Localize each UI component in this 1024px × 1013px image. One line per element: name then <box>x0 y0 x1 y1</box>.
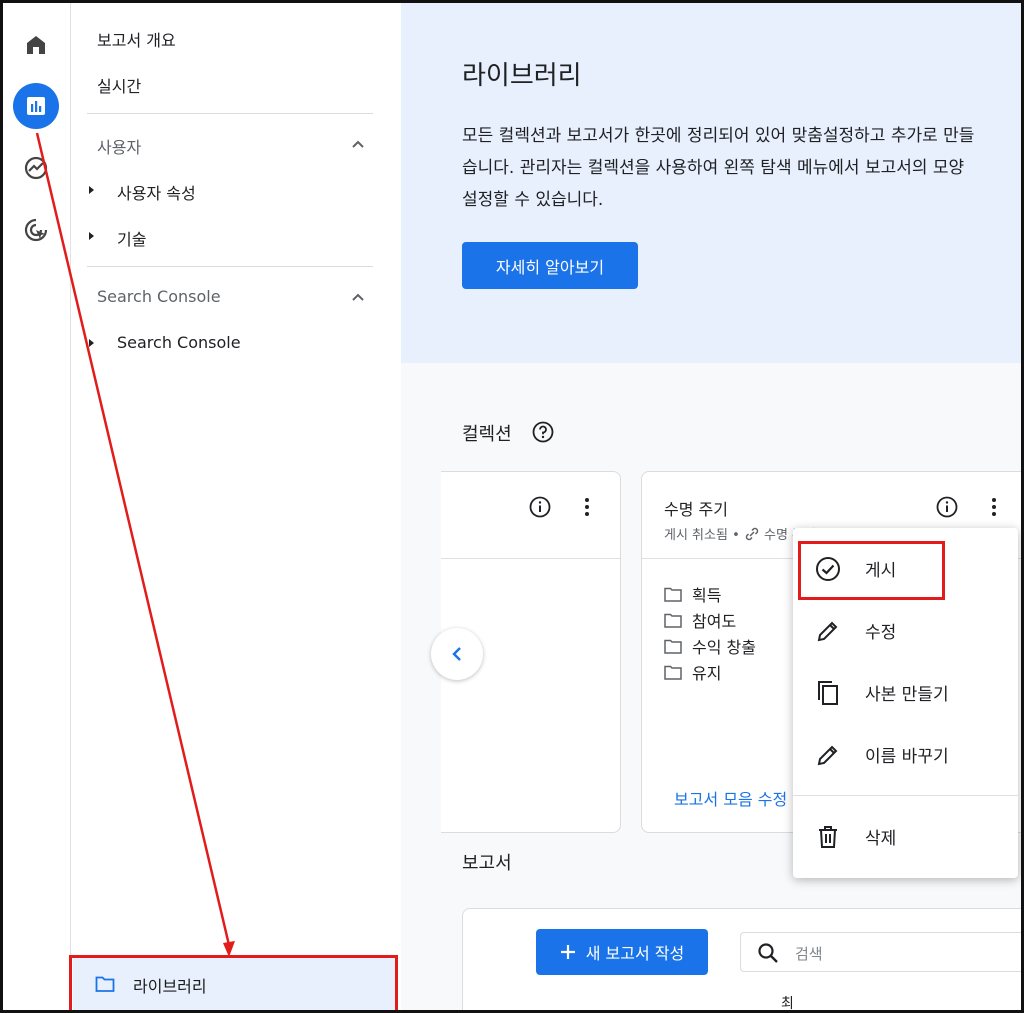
chevron-up-icon[interactable] <box>351 137 365 151</box>
report-search-input[interactable]: 검색 <box>740 932 1021 972</box>
folder-label: 참여도 <box>692 612 737 631</box>
section-title-user[interactable]: 사용자 <box>97 134 141 158</box>
plus-icon <box>560 945 575 959</box>
sidebar-item-overview[interactable]: 보고서 개요 <box>97 27 176 51</box>
folder-icon <box>664 587 682 602</box>
annotation-box-publish <box>798 541 945 600</box>
pencil-icon <box>817 745 838 766</box>
collections-title: 컬렉션 <box>462 424 512 445</box>
folder-icon <box>664 613 682 628</box>
card-divider <box>441 558 620 559</box>
sidebar-item-realtime[interactable]: 실시간 <box>97 73 141 97</box>
collection-card-title: 수명 주기 <box>664 500 728 519</box>
folder-item[interactable]: 수익 창출 <box>664 634 756 658</box>
more-vert-icon[interactable] <box>577 496 597 518</box>
page-title: 라이브러리 <box>462 61 582 91</box>
menu-item-edit[interactable]: 수정 <box>793 602 1018 658</box>
new-report-button[interactable]: 새 보고서 작성 <box>536 929 708 975</box>
edit-collection-link[interactable]: 보고서 모음 수정 <box>674 786 787 810</box>
hero-line: 설정할 수 있습니다. <box>462 190 604 210</box>
explore-icon <box>24 156 48 180</box>
menu-item-delete[interactable]: 삭제 <box>793 808 1018 864</box>
menu-item-copy[interactable]: 사본 만들기 <box>793 664 1018 720</box>
folder-item[interactable]: 참여도 <box>664 608 736 632</box>
sidebar-item-search-console[interactable]: Search Console <box>117 333 241 352</box>
left-rail <box>3 3 71 1010</box>
folder-label: 수익 창출 <box>692 638 756 657</box>
info-icon[interactable] <box>936 496 958 518</box>
menu-item-label: 삭제 <box>865 829 897 849</box>
expand-triangle-icon <box>89 339 94 347</box>
status-text: 게시 취소됨 <box>664 528 728 543</box>
expand-triangle-icon <box>89 232 94 240</box>
folder-icon <box>664 639 682 654</box>
pencil-icon <box>817 621 838 642</box>
menu-item-label: 사본 만들기 <box>865 685 949 705</box>
search-placeholder: 검색 <box>795 945 823 963</box>
rail-advertising-button[interactable] <box>13 207 59 253</box>
sidebar-divider <box>87 113 373 114</box>
folder-item[interactable]: 획득 <box>664 582 721 606</box>
menu-item-rename[interactable]: 이름 바꾸기 <box>793 726 1018 782</box>
home-icon <box>27 36 45 54</box>
folder-label: 획득 <box>692 586 722 605</box>
annotation-box-library <box>69 955 398 1010</box>
reports-icon <box>27 97 45 115</box>
more-vert-icon[interactable] <box>984 496 1004 518</box>
copy-icon <box>818 681 838 705</box>
advertising-icon <box>24 218 48 242</box>
new-report-label: 새 보고서 작성 <box>585 944 685 963</box>
reports-title: 보고서 <box>462 853 512 874</box>
help-icon[interactable] <box>532 421 554 443</box>
hero-line: 습니다. 관리자는 컬렉션을 사용하여 왼쪽 탐색 메뉴에서 보고서의 모양 <box>462 158 965 178</box>
rail-explore-button[interactable] <box>13 145 59 191</box>
chevron-up-icon[interactable] <box>351 290 365 304</box>
info-icon[interactable] <box>529 496 551 518</box>
menu-divider <box>793 795 1018 796</box>
library-hero: 라이브러리 모든 컬렉션과 보고서가 한곳에 정리되어 있어 맞춤설정하고 추가… <box>401 3 1021 363</box>
trash-icon <box>819 826 837 848</box>
carousel-prev-button[interactable] <box>431 628 483 680</box>
menu-item-label: 이름 바꾸기 <box>865 747 949 767</box>
expand-triangle-icon <box>89 186 94 194</box>
sidebar-divider <box>87 266 373 267</box>
sidebar: 보고서 개요 실시간 사용자 사용자 속성 기술 Search Console … <box>71 3 401 1010</box>
hero-description: 모든 컬렉션과 보고서가 한곳에 정리되어 있어 맞춤설정하고 추가로 만들 습… <box>462 120 1021 216</box>
search-icon <box>758 943 778 963</box>
chevron-left-icon <box>452 647 461 661</box>
link-icon <box>745 527 759 541</box>
section-title-search-console[interactable]: Search Console <box>97 287 221 306</box>
menu-item-label: 수정 <box>865 623 897 643</box>
folder-item[interactable]: 유지 <box>664 660 721 684</box>
learn-more-button[interactable]: 자세히 알아보기 <box>462 242 638 289</box>
rail-home-button[interactable] <box>13 22 59 68</box>
app-window: 보고서 개요 실시간 사용자 사용자 속성 기술 Search Console … <box>0 0 1024 1013</box>
hero-line: 모든 컬렉션과 보고서가 한곳에 정리되어 있어 맞춤설정하고 추가로 만들 <box>462 126 975 146</box>
folder-label: 유지 <box>692 664 722 683</box>
folder-icon <box>664 665 682 680</box>
table-column-header[interactable]: 최 <box>781 993 794 1010</box>
separator-dot: • <box>732 528 744 543</box>
sidebar-item-user-attributes[interactable]: 사용자 속성 <box>117 180 196 204</box>
rail-reports-button[interactable] <box>13 83 59 129</box>
sidebar-item-tech[interactable]: 기술 <box>117 226 146 250</box>
